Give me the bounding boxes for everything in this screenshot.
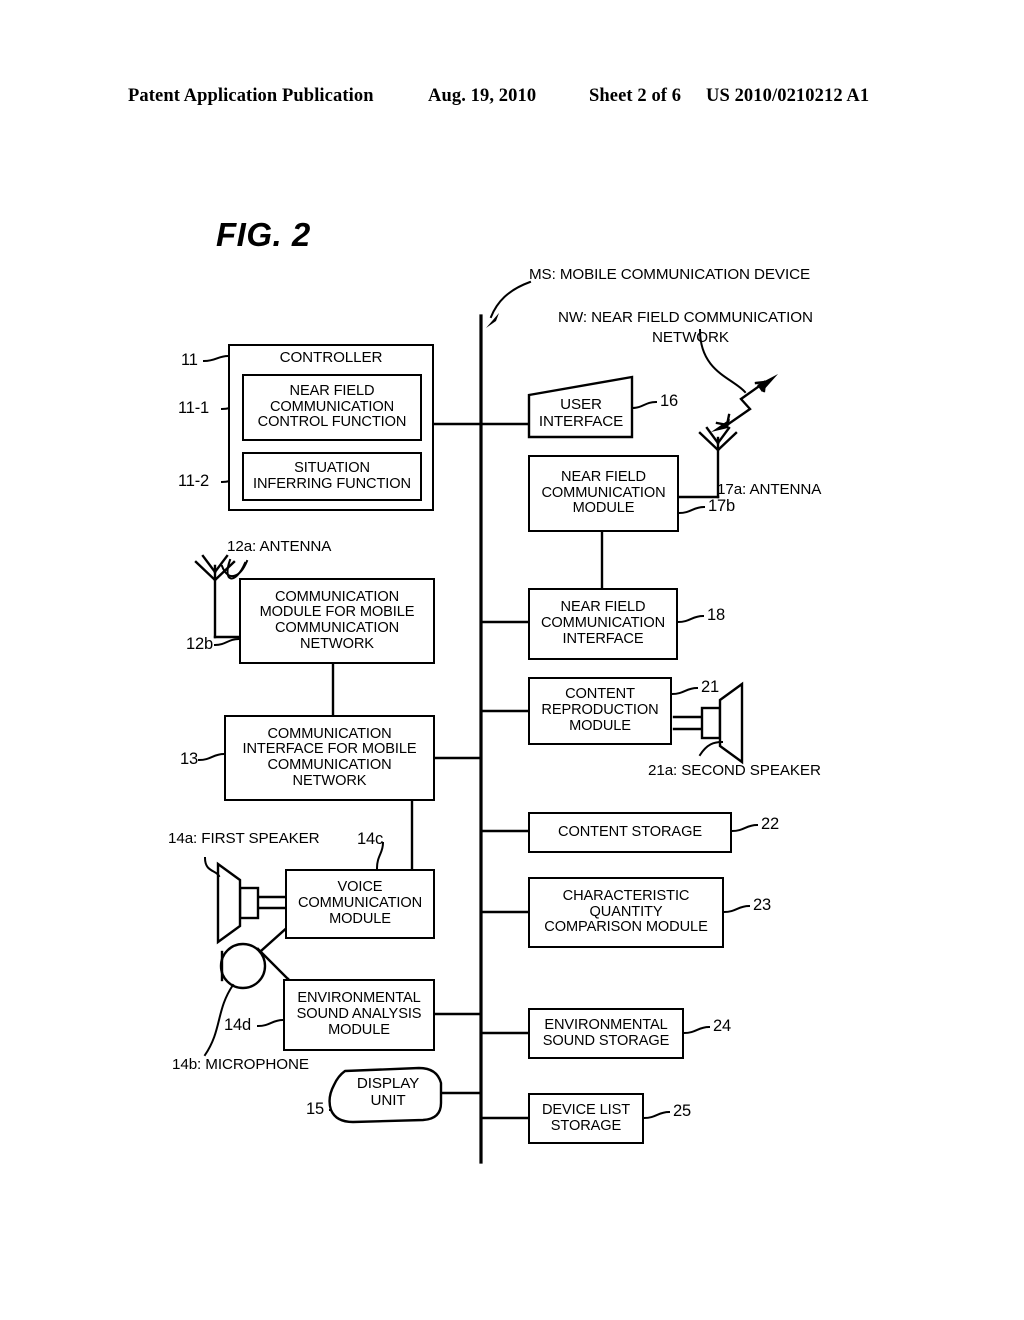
ref-23: 23 — [753, 896, 771, 914]
block-content-reproduction-module[interactable]: CONTENT REPRODUCTION MODULE — [528, 677, 672, 745]
ref-17b: 17b — [708, 497, 735, 515]
block-content-storage[interactable]: CONTENT STORAGE — [528, 812, 732, 853]
ref-14d: 14d — [224, 1016, 251, 1034]
callout-nw-line1: NW: NEAR FIELD COMMUNICATION — [558, 309, 813, 326]
block-controller-label: CONTROLLER — [279, 349, 383, 366]
block-voice-communication-module[interactable]: VOICE COMMUNICATION MODULE — [285, 869, 435, 939]
ref-12b: 12b — [186, 635, 213, 653]
block-device-list-storage[interactable]: DEVICE LIST STORAGE — [528, 1093, 644, 1144]
callout-microphone-14b: 14b: MICROPHONE — [172, 1056, 309, 1073]
block-nfc-interface[interactable]: NEAR FIELD COMMUNICATION INTERFACE — [528, 588, 678, 660]
callout-antenna-17a: 17a: ANTENNA — [717, 481, 822, 498]
block-situation-inferring-function[interactable]: SITUATION INFERRING FUNCTION — [242, 452, 422, 501]
ref-16: 16 — [660, 392, 678, 410]
block-nfc-interface-label: NEAR FIELD COMMUNICATION INTERFACE — [540, 599, 666, 647]
block-situation-inferring-function-label: SITUATION INFERRING FUNCTION — [253, 459, 411, 492]
block-display-unit[interactable]: DISPLAY UNIT — [340, 1075, 436, 1109]
block-content-reproduction-module-label: CONTENT REPRODUCTION MODULE — [541, 686, 659, 734]
block-communication-interface-mobile-label: COMMUNICATION INTERFACE FOR MOBILE COMMUNI… — [242, 725, 417, 789]
callout-second-speaker-21a: 21a: SECOND SPEAKER — [648, 762, 821, 779]
ref-15: 15 — [306, 1100, 324, 1118]
patent-figure-sheet: Patent Application Publication Aug. 19, … — [0, 0, 1024, 1320]
block-nfc-module-label: NEAR FIELD COMMUNICATION MODULE — [541, 468, 666, 517]
block-user-interface[interactable]: USER INTERFACE — [531, 396, 631, 430]
callout-ms: MS: MOBILE COMMUNICATION DEVICE — [529, 266, 810, 283]
block-communication-interface-mobile[interactable]: COMMUNICATION INTERFACE FOR MOBILE COMMUNI… — [224, 715, 435, 801]
ref-25: 25 — [673, 1102, 691, 1120]
block-environmental-sound-storage[interactable]: ENVIRONMENTAL SOUND STORAGE — [528, 1008, 684, 1059]
ref-18: 18 — [707, 606, 725, 624]
block-content-storage-label: CONTENT STORAGE — [558, 823, 702, 840]
block-environmental-sound-storage-label: ENVIRONMENTAL SOUND STORAGE — [542, 1016, 670, 1049]
ref-21: 21 — [701, 678, 719, 696]
block-nfc-module[interactable]: NEAR FIELD COMMUNICATION MODULE — [528, 455, 679, 532]
block-characteristic-quantity-comparison-module-label: CHARACTERISTIC QUANTITY COMPARISON MODULE — [544, 887, 708, 936]
block-communication-module-mobile[interactable]: COMMUNICATION MODULE FOR MOBILE COMMUNICAT… — [239, 578, 435, 664]
block-display-unit-label: DISPLAY UNIT — [356, 1075, 420, 1109]
ref-14c: 14c — [357, 830, 384, 848]
ref-24: 24 — [713, 1017, 731, 1035]
block-voice-communication-module-label: VOICE COMMUNICATION MODULE — [297, 879, 423, 927]
block-characteristic-quantity-comparison-module[interactable]: CHARACTERISTIC QUANTITY COMPARISON MODULE — [528, 877, 724, 948]
diagram-connectors — [194, 280, 778, 1164]
ref-11-2: 11-2 — [178, 472, 209, 490]
callout-first-speaker-14a: 14a: FIRST SPEAKER — [168, 830, 320, 847]
block-nfc-control-function[interactable]: NEAR FIELD COMMUNICATION CONTROL FUNCTION — [242, 374, 422, 441]
ref-22: 22 — [761, 815, 779, 833]
ref-11-1: 11-1 — [178, 399, 209, 417]
callout-antenna-12a: 12a: ANTENNA — [227, 538, 332, 555]
block-device-list-storage-label: DEVICE LIST STORAGE — [541, 1101, 631, 1134]
block-nfc-control-function-label: NEAR FIELD COMMUNICATION CONTROL FUNCTION — [257, 382, 407, 431]
ref-11: 11 — [181, 351, 198, 369]
block-environmental-sound-analysis-module-label: ENVIRONMENTAL SOUND ANALYSIS MODULE — [296, 990, 422, 1038]
callout-nw-line2: NETWORK — [652, 329, 729, 346]
block-communication-module-mobile-label: COMMUNICATION MODULE FOR MOBILE COMMUNICAT… — [259, 588, 415, 652]
ref-13: 13 — [180, 750, 198, 768]
block-environmental-sound-analysis-module[interactable]: ENVIRONMENTAL SOUND ANALYSIS MODULE — [283, 979, 435, 1051]
block-user-interface-label: USER INTERFACE — [538, 396, 624, 431]
